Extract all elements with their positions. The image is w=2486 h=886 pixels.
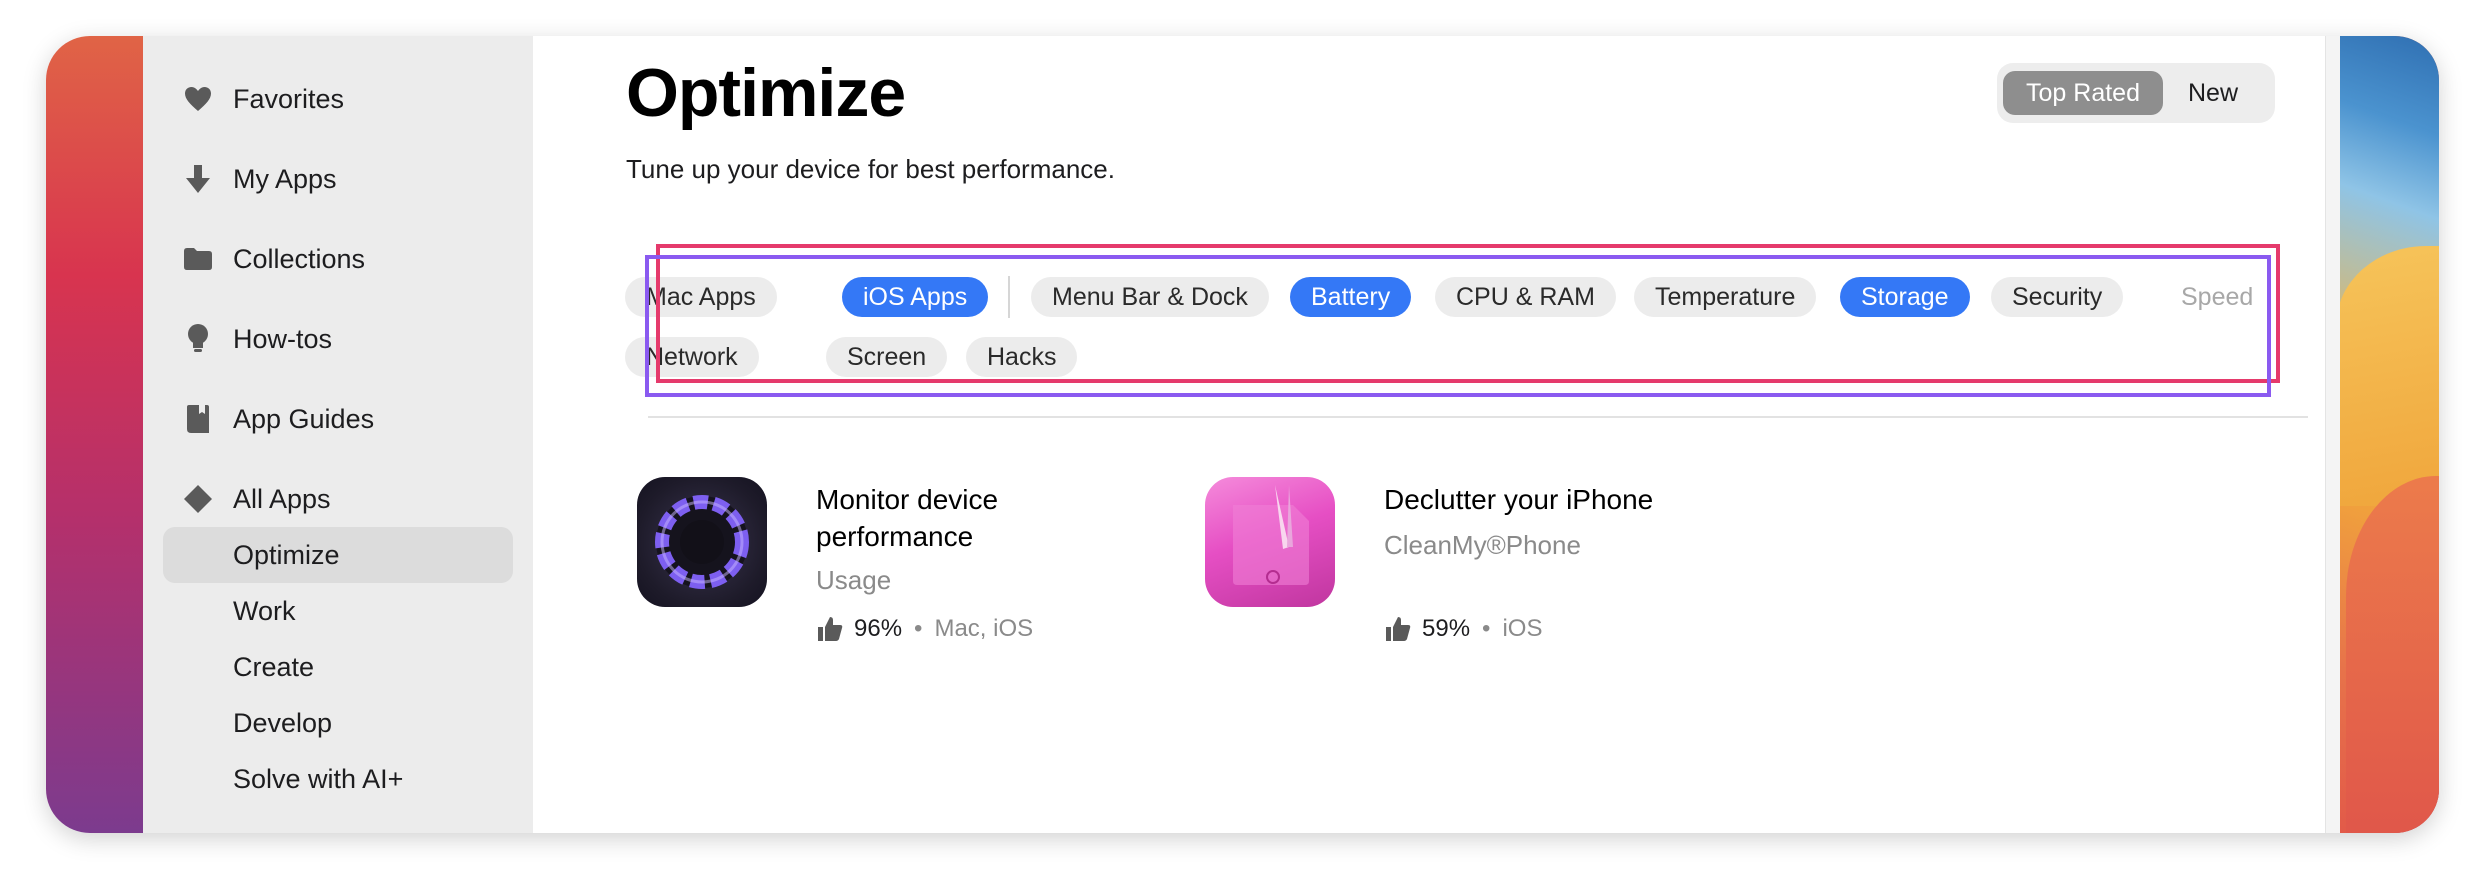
sidebar-item-label: How-tos [233,323,333,354]
thumbs-up-icon [818,617,843,641]
lightbulb-icon [183,324,213,354]
sidebar-item-label: Favorites [233,83,345,114]
page-subtitle: Tune up your device for best performance… [626,154,1115,184]
sidebar-item-label: App Guides [233,403,375,434]
sort-top-rated-button[interactable]: Top Rated [2003,71,2163,115]
app-developer: CleanMy®Phone [1384,530,1581,560]
usage-app-icon[interactable] [637,477,767,607]
sidebar-item-label: All Apps [233,483,331,514]
sidebar-item-collections[interactable]: Collections [163,231,513,287]
sidebar-subitem-label: Develop [233,707,333,738]
sidebar-item-favorites[interactable]: Favorites [163,71,513,127]
diamond-icon [183,484,213,514]
app-platforms: iOS [1502,615,1543,642]
cleanmyphone-app-icon[interactable] [1205,477,1335,607]
sidebar-subitem-develop[interactable]: Develop [163,695,513,751]
app-developer: Usage [816,565,892,595]
sidebar-item-all-apps[interactable]: All Apps [163,471,513,527]
sidebar-item-app-guides[interactable]: App Guides [163,391,513,447]
separator-dot: • [914,615,923,642]
folder-icon [183,244,213,274]
scrollbar[interactable] [2325,36,2340,833]
app-rating-row: 59% • iOS [1384,615,1542,643]
sidebar-subitem-label: Work [233,595,296,626]
sidebar-subitem-label: Optimize [233,539,340,570]
sidebar-item-label: My Apps [233,163,337,194]
sidebar-subitem-label: Create [233,651,315,682]
app-rating: 59% [1422,615,1471,642]
sidebar-item-my-apps[interactable]: My Apps [163,151,513,207]
sidebar-subitem-label: Solve with AI+ [233,763,404,794]
separator-dot: • [1482,615,1491,642]
main-content: Optimize Tune up your device for best pe… [533,36,2340,833]
app-rating-row: 96% • Mac, iOS [816,615,1033,643]
section-divider [648,416,2308,418]
page-title: Optimize [626,55,906,131]
sidebar-item-label: Collections [233,243,366,274]
app-rating: 96% [854,615,903,642]
download-arrow-icon [183,164,213,194]
sidebar-subitem-create[interactable]: Create [163,639,513,695]
book-icon [183,404,213,434]
sidebar-subitem-solve-with-ai[interactable]: Solve with AI+ [163,751,513,807]
wallpaper-right [2336,36,2439,833]
sidebar-subitem-optimize[interactable]: Optimize [163,527,513,583]
app-title[interactable]: Declutter your iPhone [1384,481,1653,518]
sort-new-button[interactable]: New [2163,71,2263,115]
annotation-box-purple [645,255,2271,397]
sort-segmented-control: Top Rated New [1997,63,2275,123]
app-platforms: Mac, iOS [934,615,1034,642]
sidebar-subitem-work[interactable]: Work [163,583,513,639]
sidebar: Favorites My Apps Collections How-tos Ap… [143,36,533,833]
thumbs-up-icon [1386,617,1411,641]
sidebar-item-how-tos[interactable]: How-tos [163,311,513,367]
heart-icon [183,84,213,114]
app-window: Favorites My Apps Collections How-tos Ap… [46,36,2439,833]
app-title[interactable]: Monitor device performance [816,481,998,555]
